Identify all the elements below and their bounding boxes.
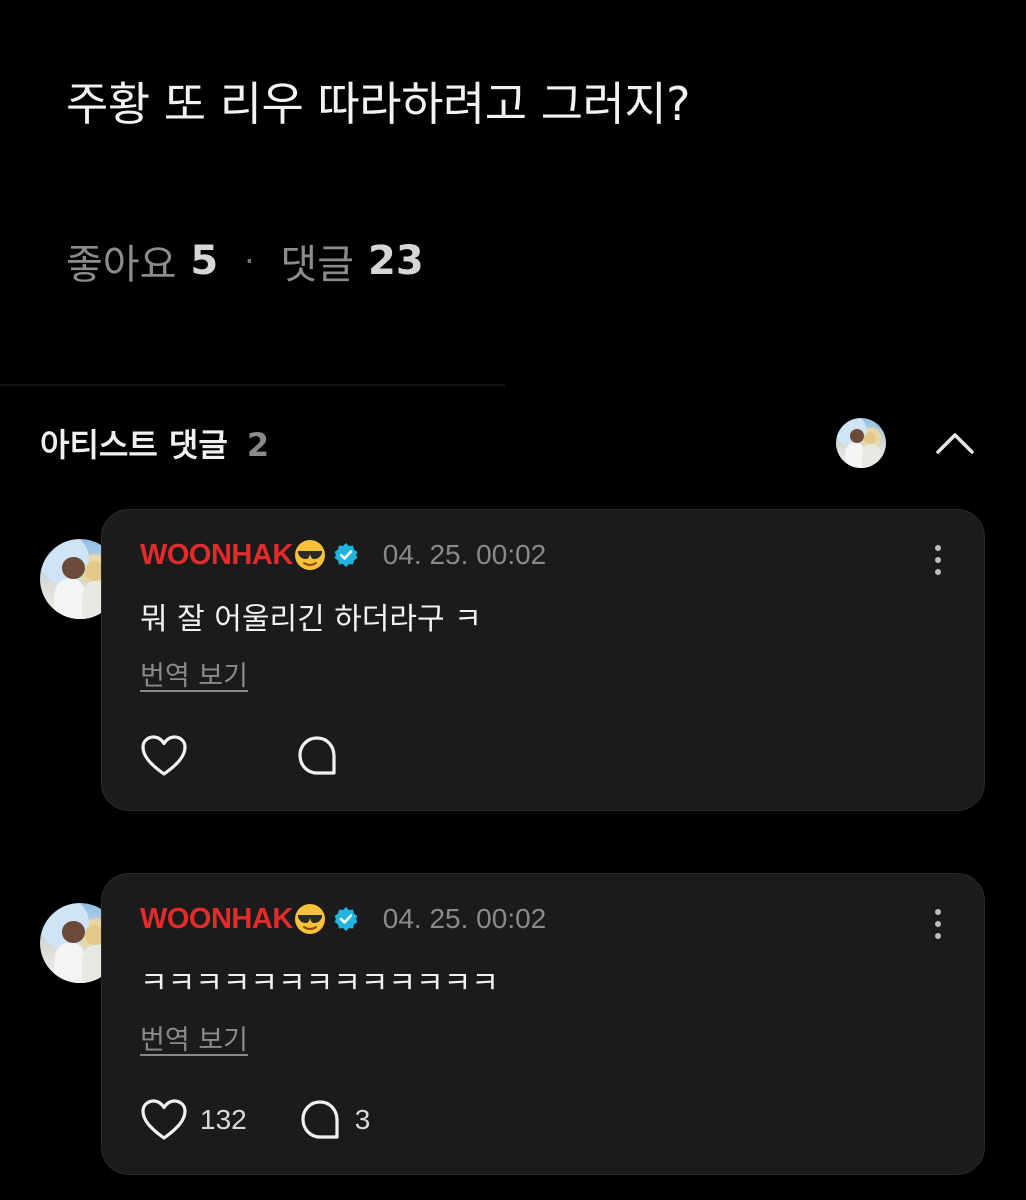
post-title: 주황 또 리우 따라하려고 그러지? xyxy=(66,77,691,131)
likes-label: 좋아요 xyxy=(66,242,177,288)
comment-timestamp: 04. 25. 00:02 xyxy=(382,903,547,934)
like-count: 132 xyxy=(200,1104,247,1135)
comment-actions xyxy=(140,734,352,778)
sunglasses-emoji-icon xyxy=(294,540,325,570)
more-options-button[interactable] xyxy=(928,904,948,944)
chevron-up-icon xyxy=(936,433,974,454)
post-stats: 좋아요 5 · 댓글 23 xyxy=(66,232,424,290)
more-options-button[interactable] xyxy=(928,540,948,580)
sunglasses-emoji-icon xyxy=(294,904,325,934)
artist-comments-header: 아티스트 댓글 2 xyxy=(40,420,269,466)
comment-author-row: WOONHAK 04. 25. 00:02 xyxy=(140,902,546,936)
collapse-button[interactable] xyxy=(930,420,980,464)
reply-button[interactable]: 3 xyxy=(299,1098,371,1142)
comment-author-row: WOONHAK 04. 25. 00:02 xyxy=(140,538,546,572)
artist-comments-count: 2 xyxy=(246,426,270,464)
comment-actions: 132 3 xyxy=(140,1098,370,1142)
stats-separator: · xyxy=(244,242,255,280)
author-name[interactable]: WOONHAK xyxy=(140,903,293,936)
comment-text: 뭐 잘 어울리긴 하더라구 ㅋ xyxy=(140,602,482,637)
artist-avatar[interactable] xyxy=(836,418,886,468)
comment-card: WOONHAK 04. 25. 00:02 뭐 잘 어울리긴 하더라구 ㅋ 번역… xyxy=(101,509,985,811)
comment-timestamp: 04. 25. 00:02 xyxy=(382,539,547,570)
translate-link[interactable]: 번역 보기 xyxy=(140,1018,248,1057)
translate-link[interactable]: 번역 보기 xyxy=(140,654,248,693)
artist-comments-label: 아티스트 댓글 xyxy=(40,426,228,464)
heart-icon xyxy=(141,735,187,776)
author-name[interactable]: WOONHAK xyxy=(140,539,293,572)
like-button[interactable] xyxy=(140,734,200,778)
comments-label: 댓글 xyxy=(280,242,355,288)
speech-bubble-icon xyxy=(301,1100,339,1139)
reply-count: 3 xyxy=(354,1104,371,1135)
section-divider xyxy=(0,384,505,386)
verified-badge-icon xyxy=(334,543,358,567)
verified-badge-icon xyxy=(334,907,358,931)
likes-count[interactable]: 5 xyxy=(190,238,218,284)
heart-icon xyxy=(141,1099,187,1140)
reply-button[interactable] xyxy=(296,734,352,778)
more-vertical-icon xyxy=(935,909,941,939)
more-vertical-icon xyxy=(935,545,941,575)
speech-bubble-icon xyxy=(298,736,336,775)
comment-text: ㅋㅋㅋㅋㅋㅋㅋㅋㅋㅋㅋㅋㅋ xyxy=(140,966,499,1001)
comments-count[interactable]: 23 xyxy=(368,238,424,284)
comment-card: WOONHAK 04. 25. 00:02 ㅋㅋㅋㅋㅋㅋㅋㅋㅋㅋㅋㅋㅋ 번역 보… xyxy=(101,873,985,1175)
like-button[interactable]: 132 xyxy=(140,1098,247,1142)
